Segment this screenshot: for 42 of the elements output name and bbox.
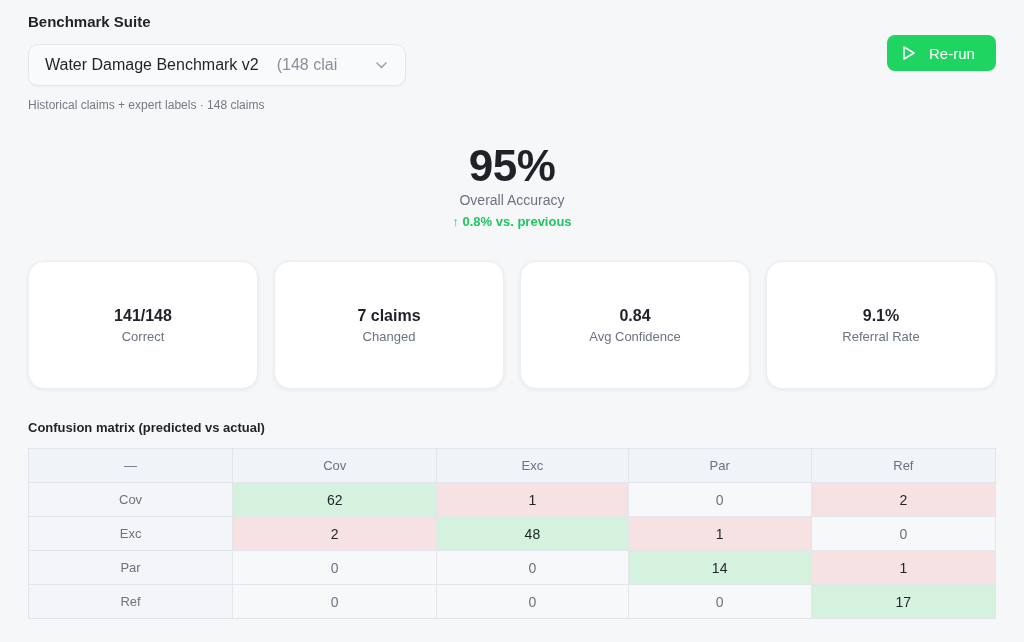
column-header: Cov [233,449,437,482]
table-cell: 0 [437,585,628,618]
accuracy-change: ↑ 0.8% vs. previous [452,214,572,230]
table-cell: 1 [811,551,995,584]
matrix-title: Confusion matrix (predicted vs actual) [28,420,265,436]
table-cell: 0 [811,517,995,550]
stat-value: 9.1% [862,305,900,325]
table-cell: 1 [437,483,628,516]
table-cell: 0 [628,585,811,618]
stat-label: Avg Confidence [589,328,681,345]
row-header: Cov [29,483,233,516]
table-cell: 1 [628,517,811,550]
page-title: Benchmark Suite [28,13,151,31]
row-header: Ref [29,585,233,618]
stat-label: Changed [362,328,416,345]
table-cell: 14 [628,551,811,584]
suite-dropdown[interactable]: Water Damage Benchmark v2 (148 clai [28,44,406,86]
table-cell: 0 [437,551,628,584]
table-cell: 0 [628,483,811,516]
chevron-down-icon [376,61,387,69]
table-cell: 2 [811,483,995,516]
table-cell: 2 [233,517,437,550]
stat-label: Referral Rate [842,328,920,345]
table-cell: 62 [233,483,437,516]
stat-value: 141/148 [114,305,172,325]
table-cell: 48 [437,517,628,550]
row-header: Exc [29,517,233,550]
suite-description: Historical claims + expert labels · 148 claims [28,97,265,113]
row-header: Par [29,551,233,584]
play-icon [903,46,915,60]
column-header: Exc [437,449,628,482]
stat-value: 7 claims [357,305,421,325]
column-header: Ref [811,449,995,482]
column-header: — [29,449,233,482]
column-header: Par [628,449,811,482]
table-cell: 0 [233,551,437,584]
accuracy-label: Overall Accuracy [459,192,565,209]
accuracy-value: 95% [468,144,556,188]
table-cell: 17 [811,585,995,618]
stat-label: Correct [121,328,165,345]
stat-value: 0.84 [619,305,651,325]
table-cell: 0 [233,585,437,618]
